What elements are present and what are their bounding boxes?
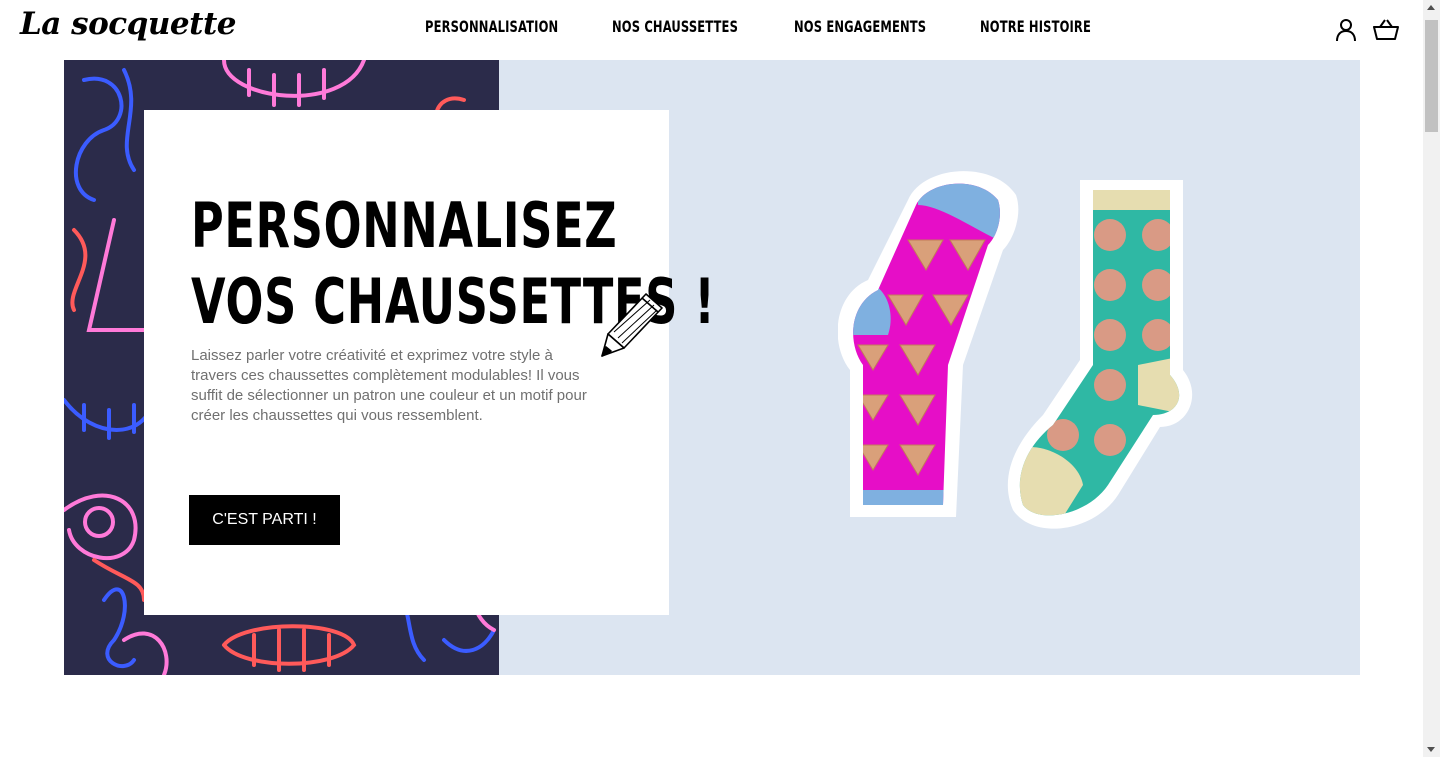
hero-card: PERSONNALISEZ VOS CHAUSSETTES ! Laissez … bbox=[144, 110, 715, 615]
nav-nos-chaussettes[interactable]: NOS CHAUSSETTES bbox=[612, 17, 738, 36]
pencil-icon bbox=[598, 288, 670, 360]
hero-description: Laissez parler votre créativité et expri… bbox=[191, 347, 587, 424]
socks-image bbox=[837, 165, 1198, 535]
scroll-thumb[interactable] bbox=[1425, 20, 1438, 132]
brand-logo[interactable]: La socquette bbox=[20, 6, 236, 42]
start-button[interactable]: C'EST PARTI ! bbox=[189, 495, 340, 545]
nav-nos-engagements[interactable]: NOS ENGAGEMENTS bbox=[794, 17, 926, 36]
user-icon[interactable] bbox=[1332, 16, 1360, 44]
scroll-up-arrow-icon[interactable] bbox=[1427, 5, 1435, 10]
hero-title-line1: PERSONNALISEZ bbox=[191, 189, 618, 262]
site-header: La socquette PERSONNALISATION NOS CHAUSS… bbox=[0, 0, 1423, 60]
scroll-down-arrow-icon[interactable] bbox=[1427, 747, 1435, 752]
page-scrollbar[interactable] bbox=[1423, 0, 1440, 757]
nav-personnalisation[interactable]: PERSONNALISATION bbox=[425, 17, 558, 36]
nav-notre-histoire[interactable]: NOTRE HISTOIRE bbox=[980, 17, 1091, 36]
basket-icon[interactable] bbox=[1371, 16, 1399, 44]
